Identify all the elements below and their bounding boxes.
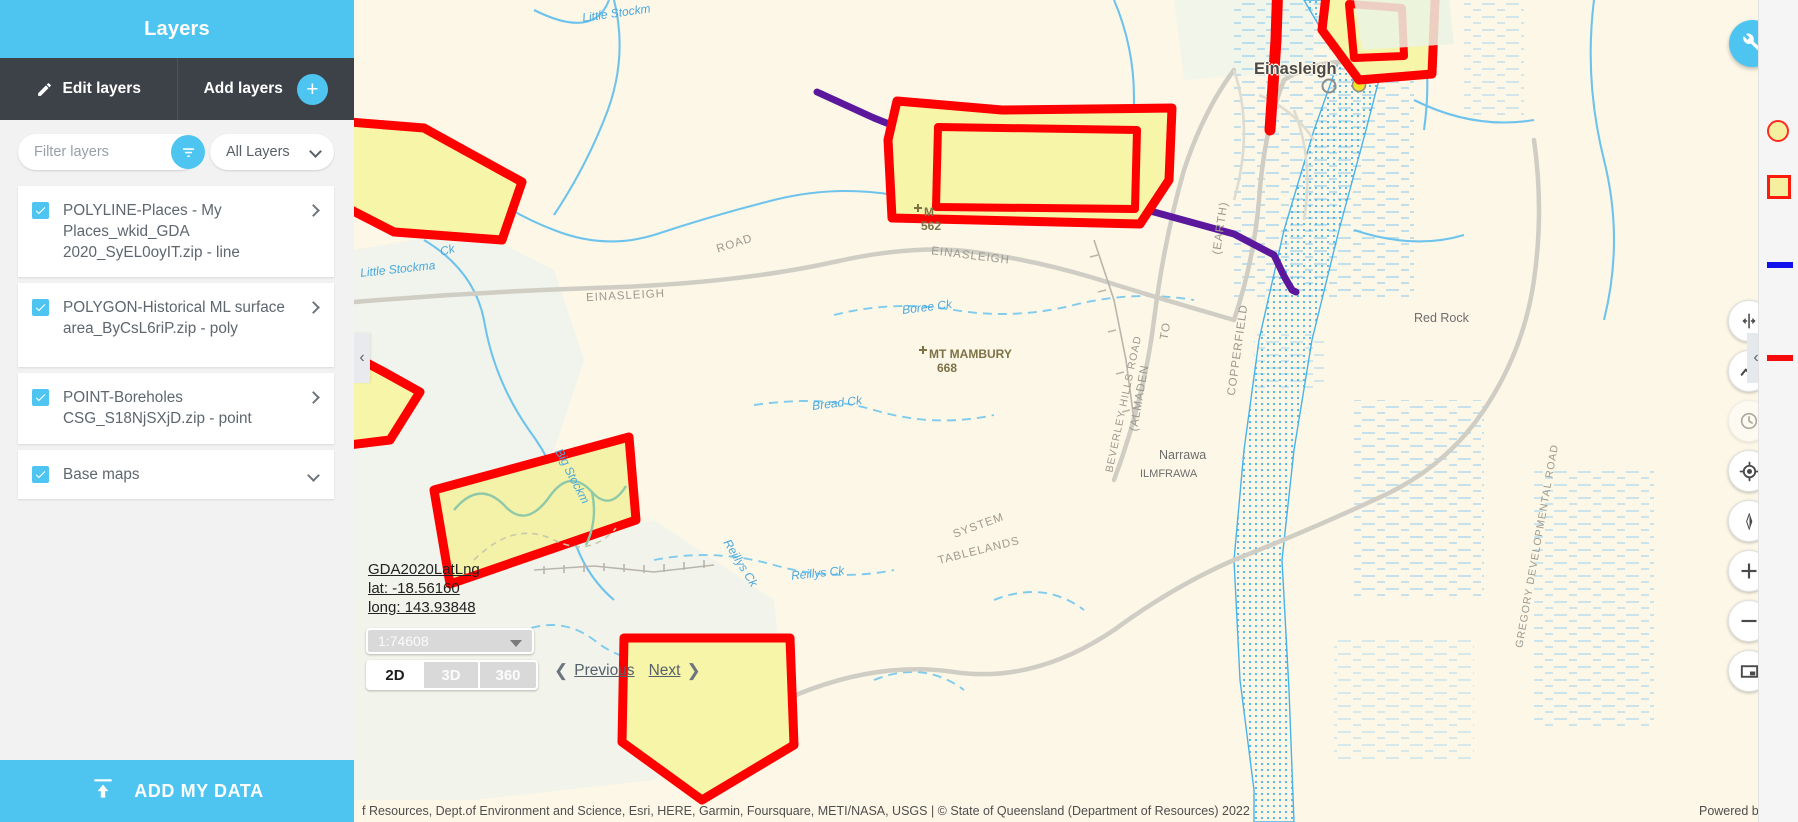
coord-lat: lat: -18.56160 — [368, 580, 460, 598]
map-application: Layers Edit layers Add layers + Filter l… — [0, 0, 1798, 822]
layer-list: POLYLINE-Places - My Places_wkid_GDA 202… — [0, 180, 354, 505]
layer-scope-select-wrap: All Layers — [210, 134, 334, 170]
map-canvas[interactable]: Einasleigh MT MAMBURY 668 M 562 Red Rock… — [354, 0, 1798, 822]
map-graphics — [354, 0, 1798, 822]
add-my-data-label: ADD MY DATA — [134, 780, 264, 801]
list-item-label: POINT-Boreholes CSG_S18NjSXjD.zip - poin… — [63, 389, 252, 428]
view-mode-3d[interactable]: 3D — [424, 662, 480, 688]
layer-checkbox[interactable] — [32, 202, 49, 219]
panel-title: Layers — [0, 0, 354, 58]
layer-checkbox[interactable] — [32, 465, 49, 483]
chevron-left-icon: ❮ — [554, 661, 569, 680]
panel-title-text: Layers — [144, 17, 210, 40]
panel-action-bar: Edit layers Add layers + — [0, 58, 354, 120]
collapse-left-panel-button[interactable]: ‹ — [354, 333, 370, 383]
filter-row: All Layers — [0, 120, 354, 180]
add-my-data-button[interactable]: ADD MY DATA — [0, 760, 354, 822]
view-mode-toggle: 2D 3D 360 — [366, 660, 538, 690]
next-extent-button[interactable]: Next ❯ — [649, 661, 701, 681]
layer-checkbox[interactable] — [32, 299, 49, 317]
list-item[interactable]: POLYLINE-Places - My Places_wkid_GDA 202… — [18, 186, 334, 278]
coordinate-readout: GDA2020LatLng lat: -18.56160 long: 143.9… — [368, 560, 480, 618]
polygon-symbol-icon — [1767, 175, 1791, 199]
chevron-right-icon: ❯ — [686, 661, 701, 680]
previous-label: Previous — [574, 662, 635, 679]
filter-icon[interactable] — [171, 135, 205, 169]
coord-system[interactable]: GDA2020LatLng — [368, 560, 480, 579]
line-symbol-red-icon — [1767, 355, 1793, 361]
filter-input-wrap — [18, 134, 205, 170]
plus-circle-icon: + — [296, 73, 328, 105]
chevron-right-icon[interactable] — [307, 391, 320, 405]
add-layers-button[interactable]: Add layers + — [176, 58, 355, 120]
panel-spacer — [0, 505, 354, 760]
map-extent-navigation: ❮ Previous Next ❯ — [554, 661, 701, 681]
pencil-icon — [36, 81, 53, 98]
chevron-down-icon — [510, 640, 522, 647]
edit-layers-button[interactable]: Edit layers — [0, 58, 177, 120]
scale-value: 1:74608 — [378, 633, 429, 649]
layer-checkbox[interactable] — [32, 389, 49, 407]
list-item-label: POLYGON-Historical ML surface area_ByCsL… — [63, 299, 285, 338]
add-layers-label: Add layers — [203, 80, 283, 97]
layer-scope-select[interactable]: All Layers — [210, 134, 334, 170]
list-item[interactable]: POLYGON-Historical ML surface area_ByCsL… — [18, 283, 334, 368]
point-symbol-icon — [1767, 120, 1789, 142]
list-item[interactable]: POINT-Boreholes CSG_S18NjSXjD.zip - poin… — [18, 373, 334, 444]
upload-icon — [90, 776, 116, 807]
legend-panel — [1758, 0, 1798, 822]
view-mode-360[interactable]: 360 — [480, 662, 536, 688]
line-symbol-blue-icon — [1767, 262, 1793, 268]
layer-scope-value: All Layers — [226, 144, 290, 160]
list-item-label: Base maps — [63, 465, 140, 483]
list-item-label: POLYLINE-Places - My Places_wkid_GDA 202… — [63, 202, 240, 262]
coord-long: long: 143.93848 — [368, 599, 476, 617]
next-label: Next — [648, 662, 681, 679]
list-item[interactable]: Base maps — [18, 449, 334, 499]
edit-layers-label: Edit layers — [62, 80, 141, 97]
layers-panel: Layers Edit layers Add layers + Filter l… — [0, 0, 354, 822]
chevron-left-icon: ‹ — [359, 349, 365, 366]
scale-select[interactable]: 1:74608 — [366, 628, 534, 654]
previous-extent-button[interactable]: ❮ Previous — [554, 661, 635, 681]
chevron-right-icon[interactable] — [307, 301, 320, 315]
chevron-right-icon[interactable] — [307, 204, 320, 217]
chevron-down-icon[interactable] — [307, 469, 320, 482]
view-mode-2d[interactable]: 2D — [368, 662, 424, 688]
